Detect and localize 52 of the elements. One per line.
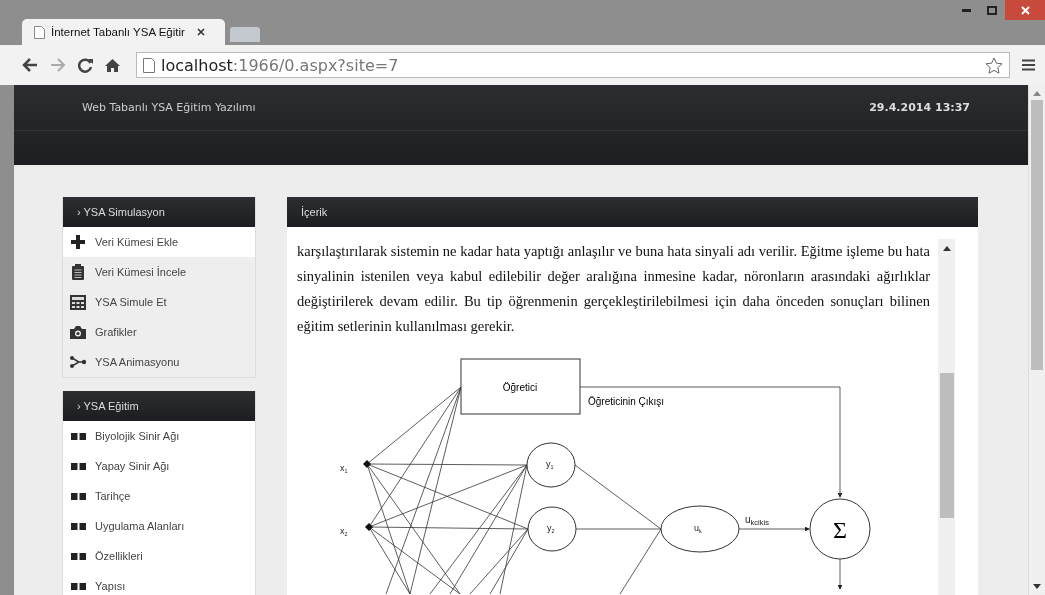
nodes-icon xyxy=(69,356,87,368)
hidden-node-label: y$_{2}$ xyxy=(547,523,555,534)
clipboard-icon xyxy=(71,264,85,280)
sidebar-item[interactable]: Biyolojik Sinir Ağı xyxy=(63,421,255,451)
page-icon xyxy=(34,25,45,39)
squares-icon xyxy=(70,492,86,500)
sidebar-item[interactable]: Grafikler xyxy=(63,317,255,347)
site-title: Web Tabanlı YSA Eğitim Yazılımı xyxy=(82,101,256,114)
squares-icon xyxy=(70,432,86,440)
squares-icon xyxy=(70,582,86,590)
sidebar-item[interactable]: YSA Animasyonu xyxy=(63,347,255,377)
calculator-icon xyxy=(70,294,86,310)
content-paragraph: karşılaştırılarak sistemin ne kadar hata yaptığı anlaşılır ve buna hata sinyali adı verilir. Eğitme işleme bu hata sinyalinin istenilen veya kabul edilebilir değer aralığına inmesine kadar, nöronların arasındaki ağırlıklar değiştirilerek devam edilir. Bu tip öğrenmenin gerçekleştirilebilmesi için daha önceden sonuçları bilinen eğitim setlerinin kullanılması gerekir. xyxy=(297,242,930,336)
plus-icon xyxy=(70,234,86,250)
menu-icon[interactable] xyxy=(1022,59,1035,71)
input-label: x$_{1}$ xyxy=(340,463,348,474)
input-label: x$_{2}$ xyxy=(340,526,348,537)
sidebar-item[interactable]: Özellikleri xyxy=(63,541,255,571)
sidebar-item[interactable]: YSA Simule Et xyxy=(63,287,255,317)
teacher-label: Öğretici xyxy=(502,382,538,393)
date-time: 29.4.2014 13:37 xyxy=(869,101,970,114)
output-label: u$_{kcikis}$ xyxy=(745,514,769,527)
squares-icon xyxy=(70,552,86,560)
sidebar-item[interactable]: Uygulama Alanları xyxy=(63,511,255,541)
page-icon xyxy=(143,57,155,73)
camera-icon xyxy=(70,325,86,339)
sum-symbol: Σ xyxy=(833,517,847,543)
scroll-down-icon[interactable] xyxy=(1033,584,1041,589)
squares-icon xyxy=(70,522,86,530)
home-icon[interactable] xyxy=(105,57,120,73)
scrollbar[interactable] xyxy=(938,239,955,595)
sidebar-item[interactable]: Yapay Sinir Ağı xyxy=(63,451,255,481)
back-icon[interactable] xyxy=(22,58,38,72)
sidebar-item[interactable]: Veri Kümesi İncele xyxy=(63,257,255,287)
squares-icon xyxy=(70,462,86,470)
star-icon[interactable] xyxy=(985,56,1003,74)
panel-header: › YSA Simulasyon xyxy=(63,197,255,227)
sidebar-item[interactable]: Yapısı xyxy=(63,571,255,595)
sidebar-item[interactable]: Veri Kümesi Ekle xyxy=(63,227,255,257)
sidebar-item[interactable]: Tarihçe xyxy=(63,481,255,511)
reload-icon[interactable] xyxy=(78,57,93,73)
hidden-node-label: y$_{1}$ xyxy=(546,459,554,470)
address-bar[interactable]: localhost:1966/0.aspx?site=7 xyxy=(136,52,1010,78)
maximize-icon[interactable] xyxy=(987,5,997,15)
browser-tab[interactable]: İnternet Tabanlı YSA Eğitir xyxy=(22,19,225,45)
output-node-label: u$_{k}$ xyxy=(694,523,702,534)
scroll-up-icon[interactable] xyxy=(942,246,951,251)
panel-header: İçerik xyxy=(287,197,978,227)
minimize-icon[interactable] xyxy=(961,8,971,12)
panel-header: › YSA Eğitim xyxy=(63,391,255,421)
scrollbar[interactable] xyxy=(1028,85,1045,595)
teacher-output-label: Öğreticinin Çıkışı xyxy=(588,396,665,407)
